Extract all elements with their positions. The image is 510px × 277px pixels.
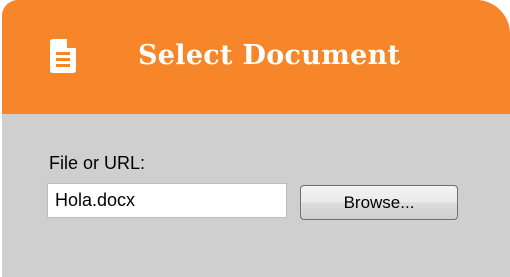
file-or-url-label: File or URL: [49,153,146,173]
panel-header: Select Document [2,0,510,114]
dialog-title: Select Document [138,40,401,71]
browse-button[interactable]: Browse... [300,185,458,220]
select-document-panel: Select Document File or URL: Browse... [2,0,510,277]
document-icon [50,39,76,73]
file-or-url-input[interactable] [47,183,287,218]
